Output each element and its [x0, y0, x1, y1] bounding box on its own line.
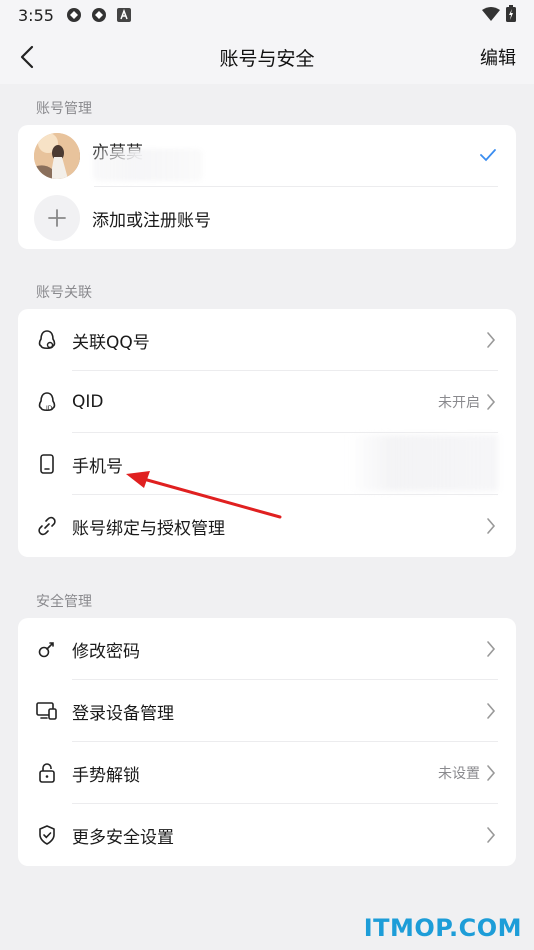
edit-button[interactable]: 编辑 [480, 44, 516, 70]
a-notification-icon [116, 7, 133, 24]
chevron-right-icon [486, 393, 500, 411]
account-row[interactable]: 亦莫莫 [18, 125, 516, 187]
add-account-row[interactable]: 添加或注册账号 [18, 187, 516, 249]
gesture-lock-status: 未设置 [438, 766, 480, 782]
plus-icon [34, 195, 80, 241]
chevron-right-icon [486, 331, 500, 349]
chevron-right-icon [486, 517, 500, 535]
page-title: 账号与安全 [219, 47, 315, 70]
phone-icon [36, 453, 58, 475]
section-label-security: 安全管理 [36, 594, 92, 610]
phone-row[interactable]: 手机号 [18, 433, 516, 495]
section-label-linking: 账号关联 [36, 285, 92, 301]
shield-icon [36, 824, 58, 846]
qid-row[interactable]: ID QID 未开启 [18, 371, 516, 433]
lock-icon [36, 762, 58, 784]
section-label-account: 账号管理 [36, 101, 92, 117]
status-bar: 3:55 [0, 0, 534, 30]
qq-icon [36, 329, 58, 351]
battery-icon [506, 4, 516, 26]
gesture-lock-label: 手势解锁 [72, 765, 140, 786]
add-account-label: 添加或注册账号 [92, 210, 211, 231]
link-icon [36, 515, 58, 537]
linking-card: 关联QQ号 ID QID 未开启 手机号 账号绑定与授权管理 [18, 309, 516, 557]
account-card: 亦莫莫 添加或注册账号 [18, 125, 516, 249]
back-button[interactable] [12, 42, 42, 72]
wifi-icon [482, 6, 500, 25]
chevron-right-icon [486, 702, 500, 720]
change-password-label: 修改密码 [72, 641, 140, 662]
more-security-row[interactable]: 更多安全设置 [18, 804, 516, 866]
chevron-right-icon [486, 764, 500, 782]
check-icon [480, 147, 498, 163]
avatar [34, 133, 80, 179]
title-bar: 账号与安全 编辑 [0, 30, 534, 84]
chevron-right-icon [486, 826, 500, 844]
status-time: 3:55 [18, 5, 54, 25]
qid-status: 未开启 [438, 395, 480, 411]
redacted-overlay [93, 149, 203, 181]
app-notification-icon [66, 7, 83, 24]
phone-label: 手机号 [72, 456, 123, 477]
watermark-logo: ITMOP.COM [363, 914, 522, 942]
chevron-left-icon [20, 45, 34, 69]
binding-auth-label: 账号绑定与授权管理 [72, 518, 225, 539]
binding-auth-row[interactable]: 账号绑定与授权管理 [18, 495, 516, 557]
link-qq-label: 关联QQ号 [72, 332, 150, 353]
more-security-label: 更多安全设置 [72, 827, 174, 848]
device-management-label: 登录设备管理 [72, 703, 174, 724]
chevron-right-icon [486, 640, 500, 658]
svg-text:ID: ID [46, 405, 53, 412]
gesture-lock-row[interactable]: 手势解锁 未设置 [18, 742, 516, 804]
qid-icon: ID [36, 391, 58, 413]
change-password-row[interactable]: 修改密码 [18, 618, 516, 680]
devices-icon [36, 700, 58, 722]
link-qq-row[interactable]: 关联QQ号 [18, 309, 516, 371]
redacted-overlay [348, 435, 498, 491]
security-card: 修改密码 登录设备管理 手势解锁 未设置 更多安全设置 [18, 618, 516, 866]
qid-label: QID [72, 392, 104, 412]
device-management-row[interactable]: 登录设备管理 [18, 680, 516, 742]
key-icon [36, 638, 58, 660]
app-notification-icon [91, 7, 108, 24]
